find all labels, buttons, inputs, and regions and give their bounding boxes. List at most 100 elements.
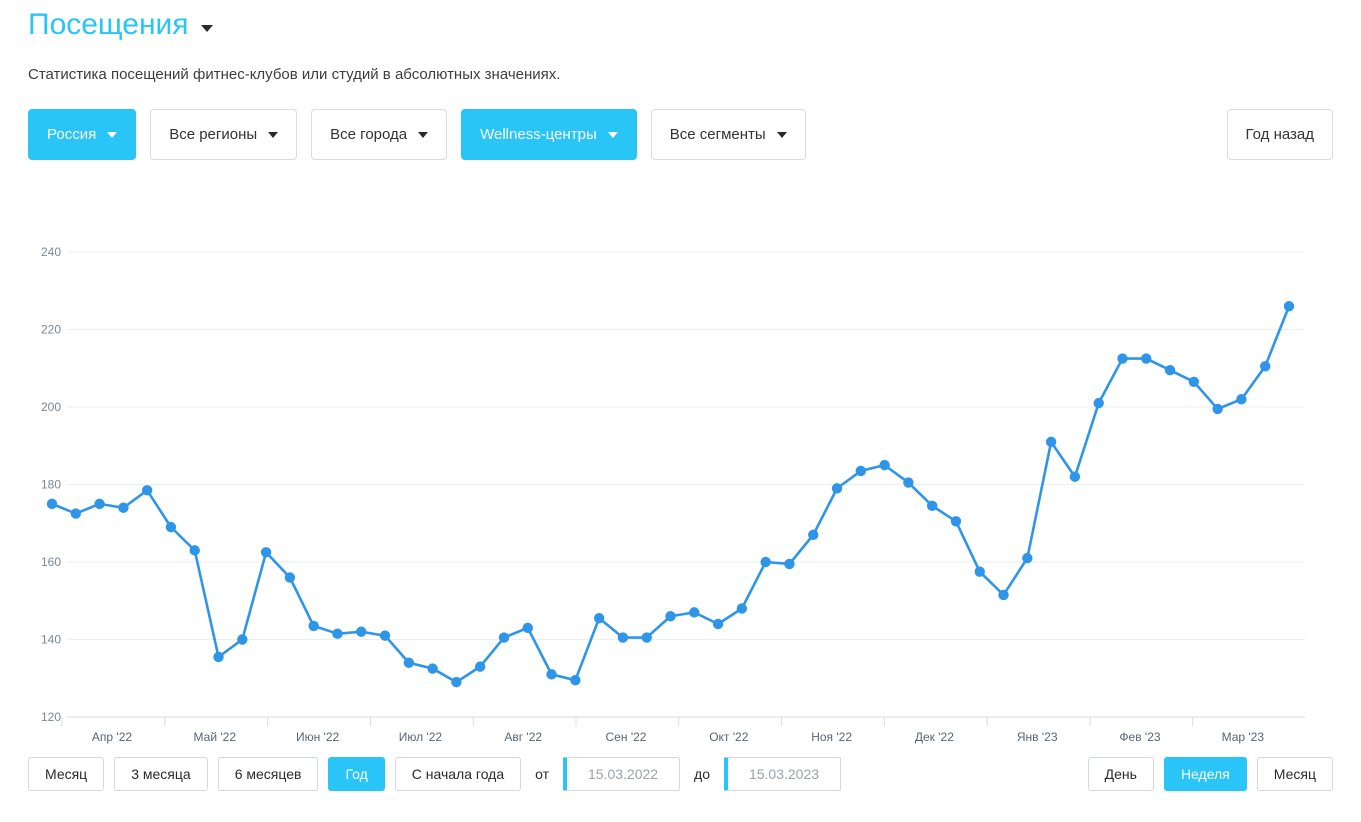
date-from-input[interactable] bbox=[563, 757, 681, 791]
granularity-button-day[interactable]: День bbox=[1087, 757, 1154, 791]
y-axis-tick-label: 120 bbox=[41, 710, 61, 724]
x-axis-tick-label: Июл '22 bbox=[399, 730, 443, 744]
chart-controls-bar: Месяц 3 месяца 6 месяцев Год С начала го… bbox=[28, 757, 1333, 791]
data-point[interactable] bbox=[308, 620, 319, 632]
y-axis-tick-label: 180 bbox=[41, 478, 61, 492]
data-point[interactable] bbox=[141, 485, 153, 496]
analytics-page: Посещения Статистика посещений фитнес-кл… bbox=[0, 0, 1361, 822]
data-point[interactable] bbox=[1069, 471, 1081, 482]
data-point[interactable] bbox=[451, 676, 462, 688]
page-title: Посещения bbox=[28, 8, 189, 41]
chevron-down-icon bbox=[268, 132, 279, 138]
granularity-group: День Неделя Месяц bbox=[1087, 757, 1333, 791]
data-point[interactable] bbox=[926, 500, 938, 512]
data-point[interactable] bbox=[736, 603, 748, 614]
page-title-row: Посещения bbox=[28, 8, 213, 42]
range-button-year[interactable]: Год bbox=[328, 757, 385, 791]
compare-year-ago-button[interactable]: Год назад bbox=[1226, 108, 1333, 160]
data-point[interactable] bbox=[70, 508, 81, 519]
y-axis-tick-label: 160 bbox=[41, 555, 61, 569]
data-point[interactable] bbox=[712, 618, 724, 630]
date-to-label: до bbox=[694, 766, 710, 782]
data-point[interactable] bbox=[784, 558, 795, 570]
data-point[interactable] bbox=[379, 630, 391, 641]
data-point[interactable] bbox=[1236, 394, 1247, 405]
data-point[interactable] bbox=[665, 611, 676, 622]
range-button-6months[interactable]: 6 месяцев bbox=[217, 757, 319, 791]
data-point[interactable] bbox=[165, 521, 177, 533]
data-point[interactable] bbox=[522, 622, 533, 634]
data-point[interactable] bbox=[1283, 301, 1295, 312]
data-point[interactable] bbox=[1212, 403, 1223, 415]
x-axis-tick-label: Июн '22 bbox=[296, 730, 340, 744]
data-point[interactable] bbox=[570, 674, 581, 686]
y-axis-tick-label: 140 bbox=[41, 633, 61, 647]
chevron-down-icon bbox=[418, 132, 429, 138]
data-point[interactable] bbox=[332, 628, 343, 639]
data-point[interactable] bbox=[356, 626, 367, 637]
data-point[interactable] bbox=[1141, 353, 1152, 364]
data-point[interactable] bbox=[593, 612, 605, 624]
data-point[interactable] bbox=[808, 529, 819, 541]
x-axis-tick-label: Мар '23 bbox=[1222, 730, 1265, 744]
granularity-button-month[interactable]: Месяц bbox=[1256, 757, 1333, 791]
data-point[interactable] bbox=[950, 516, 962, 527]
filter-country[interactable]: Россия bbox=[28, 108, 137, 160]
data-point[interactable] bbox=[855, 465, 867, 477]
data-point[interactable] bbox=[1188, 376, 1200, 388]
range-button-month[interactable]: Месяц bbox=[28, 757, 105, 791]
data-point[interactable] bbox=[498, 632, 510, 643]
data-point[interactable] bbox=[641, 632, 652, 643]
filter-segments-label: Все сегменты bbox=[669, 125, 766, 143]
data-point[interactable] bbox=[427, 663, 438, 674]
data-point[interactable] bbox=[46, 498, 58, 510]
data-point[interactable] bbox=[1045, 436, 1057, 448]
data-point[interactable] bbox=[260, 547, 272, 558]
data-point[interactable] bbox=[974, 566, 985, 577]
data-point[interactable] bbox=[998, 589, 1009, 601]
data-point[interactable] bbox=[118, 502, 129, 513]
data-point[interactable] bbox=[689, 607, 700, 618]
chevron-down-icon bbox=[107, 132, 118, 138]
filter-regions[interactable]: Все регионы bbox=[150, 108, 298, 160]
filter-segments[interactable]: Все сегменты bbox=[650, 108, 806, 160]
filter-bar: Россия Все регионы Все города Wellness-ц… bbox=[28, 108, 1333, 160]
data-point[interactable] bbox=[831, 483, 843, 494]
y-axis-tick-label: 220 bbox=[41, 323, 61, 337]
y-axis-tick-label: 240 bbox=[41, 245, 61, 259]
x-axis-tick-label: Ноя '22 bbox=[811, 730, 852, 744]
series-line bbox=[50, 304, 1291, 684]
data-point[interactable] bbox=[284, 572, 296, 583]
x-axis-tick-label: Авг '22 bbox=[504, 730, 542, 744]
data-point[interactable] bbox=[189, 545, 200, 556]
chevron-down-icon[interactable] bbox=[200, 24, 213, 32]
data-point[interactable] bbox=[760, 556, 771, 568]
y-axis-tick-label: 200 bbox=[41, 400, 61, 414]
data-point[interactable] bbox=[237, 634, 248, 645]
data-point[interactable] bbox=[213, 651, 224, 663]
filter-country-label: Россия bbox=[47, 125, 97, 143]
data-point[interactable] bbox=[1022, 552, 1033, 564]
date-to-input[interactable] bbox=[724, 757, 841, 791]
chevron-down-icon bbox=[607, 132, 618, 138]
x-axis-tick-label: Апр '22 bbox=[92, 730, 132, 744]
data-point[interactable] bbox=[546, 669, 557, 680]
data-point[interactable] bbox=[403, 657, 415, 668]
x-axis-tick-label: Фев '23 bbox=[1119, 730, 1160, 744]
data-point[interactable] bbox=[879, 459, 890, 471]
range-button-ytd[interactable]: С начала года bbox=[394, 757, 522, 791]
filter-cities[interactable]: Все города bbox=[311, 108, 448, 160]
filter-club-type[interactable]: Wellness-центры bbox=[461, 108, 637, 160]
range-button-3months[interactable]: 3 месяца bbox=[114, 757, 208, 791]
data-point[interactable] bbox=[1093, 397, 1104, 409]
data-point[interactable] bbox=[903, 477, 914, 488]
data-point[interactable] bbox=[617, 632, 629, 643]
granularity-button-week[interactable]: Неделя bbox=[1163, 757, 1247, 791]
data-point[interactable] bbox=[94, 498, 105, 510]
data-point[interactable] bbox=[1260, 361, 1271, 372]
data-point[interactable] bbox=[1117, 353, 1128, 364]
page-subtitle: Статистика посещений фитнес-клубов или с… bbox=[28, 66, 561, 83]
visits-chart: 120 140 160 180 200 220 240 Апр '22 Май '22 Июн '… bbox=[0, 205, 1361, 745]
data-point[interactable] bbox=[1164, 364, 1176, 376]
data-point[interactable] bbox=[474, 661, 486, 672]
